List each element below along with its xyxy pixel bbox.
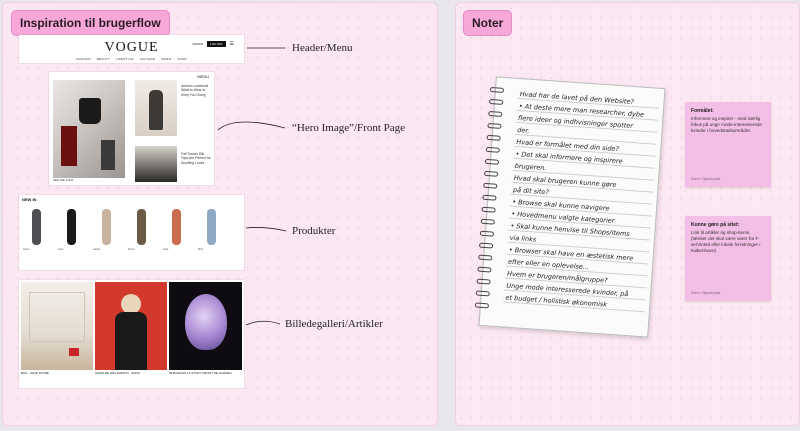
nav-item[interactable]: SHOP [177, 57, 186, 61]
label-products[interactable]: Produkter [292, 225, 335, 237]
product-figure [67, 209, 76, 245]
ring [489, 86, 505, 93]
hero-side-text-1[interactable]: Autumn Lookbook What to Wear to Keep You… [181, 84, 211, 97]
products-frame[interactable]: NEW IN Dress Coat Jacket Dress Coat Shir… [19, 195, 244, 270]
gallery-caption[interactable]: BAG · SAVE STORE [21, 371, 93, 376]
ring [481, 206, 496, 213]
sticky-body: Link til artikler og shop-items. (tænker… [691, 230, 761, 253]
head-shape [121, 294, 141, 314]
gallery-caption[interactable]: PARAGRAPH & STORY FROM THE GARDEN [169, 371, 242, 376]
boot-shape [61, 126, 77, 166]
product-card[interactable] [22, 207, 50, 247]
ring [474, 302, 490, 309]
nav-item[interactable]: FASHION [76, 57, 91, 61]
bag-shape [69, 348, 79, 356]
figure-shape [101, 140, 115, 170]
ring [488, 98, 504, 105]
nav-item[interactable]: CULTURE [140, 57, 155, 61]
product-figure [102, 209, 111, 245]
hero-caption[interactable]: SEE THE LOOK [53, 178, 73, 182]
ring [484, 158, 500, 165]
ring [482, 194, 497, 201]
model-shape [149, 90, 163, 130]
ring [480, 218, 495, 225]
ring [487, 122, 502, 129]
product-caption: Dress [128, 248, 135, 251]
gallery-image-person[interactable] [95, 282, 167, 370]
sticky-author: Katrin Skjødepolar [691, 177, 721, 181]
hero-side-image-1 [135, 80, 177, 136]
label-gallery[interactable]: Billedegalleri/Artikler [285, 318, 383, 330]
product-caption: Coat [163, 248, 169, 251]
note-text: der. [516, 126, 530, 135]
login-button[interactable]: LOG IND [207, 41, 226, 47]
sticky-title: Formålet: [691, 108, 714, 114]
product-caption: Dress [23, 248, 30, 251]
handwritten-notebook[interactable]: Hvad har de lavet på den Website? • At d… [474, 76, 666, 338]
product-caption: Jacket [93, 248, 101, 251]
gallery-image-store[interactable] [21, 282, 93, 370]
hero-side-text-2[interactable]: Fall Trends Silk Tops Are Perfect for An… [181, 152, 211, 165]
gallery-frame[interactable]: BAG · SAVE STORE CHRISTIE WILLIAMSON · S… [19, 280, 244, 388]
hero-image-frame[interactable]: MENU Autumn Lookbook What to Wear to Kee… [49, 72, 214, 185]
sticky-note-actions[interactable]: Kunne gøre på sitet: Link til artikler o… [685, 216, 771, 301]
ring [483, 170, 499, 177]
nav-item[interactable]: BEAUTY [97, 57, 110, 61]
product-card[interactable] [92, 207, 120, 247]
product-caption: Shirt [198, 248, 204, 251]
sticky-author: Katrin Skjødepolar [691, 291, 721, 295]
product-figure [172, 209, 181, 245]
label-header-menu[interactable]: Header/Menu [292, 42, 352, 54]
menu-icon[interactable]: ☰ [230, 41, 234, 47]
product-figure [207, 209, 216, 245]
product-caption: Coat [58, 248, 64, 251]
products-title: NEW IN [22, 197, 37, 202]
sticky-title: Kunne gøre på sitet: [691, 222, 740, 228]
nav-item[interactable]: VIDEO [161, 57, 171, 61]
header-right: SØGER LOG IND ☰ [192, 41, 234, 47]
ring [479, 230, 495, 237]
board-title-inspiration[interactable]: Inspiration til brugerflow [11, 10, 170, 36]
coat-shape [115, 312, 147, 370]
product-card[interactable] [57, 207, 85, 247]
ring [477, 266, 492, 273]
ring [476, 278, 491, 285]
ring [485, 146, 500, 153]
gallery-caption[interactable]: CHRISTIE WILLIAMSON · SHOP [95, 371, 167, 376]
board-title-notes[interactable]: Noter [463, 10, 513, 36]
product-card[interactable] [127, 207, 155, 247]
label-hero-image[interactable]: “Hero Image”/Front Page [292, 122, 405, 134]
gallery-image-tulip[interactable] [169, 282, 242, 370]
product-figure [137, 209, 146, 245]
product-card[interactable] [197, 207, 225, 247]
hero-side-image-2 [135, 146, 177, 182]
ring [483, 182, 498, 189]
ring [478, 242, 494, 249]
ring [488, 110, 503, 117]
hero-menu-label[interactable]: MENU [197, 74, 209, 79]
ring [475, 290, 490, 297]
product-card[interactable] [162, 207, 190, 247]
sticky-body: Informere og inspirer - med særlig fokus… [691, 116, 762, 133]
sticky-note-purpose[interactable]: Formålet: Informere og inspirer - med sæ… [685, 102, 771, 187]
tulip-shape [185, 294, 227, 350]
header-menu-frame[interactable]: VOGUE FASHION BEAUTY LIFESTYLE CULTURE V… [19, 35, 244, 63]
shelf-shape [29, 292, 85, 342]
bag-shape [79, 98, 101, 124]
ring [486, 134, 501, 141]
hero-main-image [53, 80, 125, 178]
product-figure [32, 209, 41, 245]
search-link[interactable]: SØGER [192, 42, 203, 46]
ring [478, 254, 493, 261]
nav-item[interactable]: LIFESTYLE [116, 57, 134, 61]
header-nav: FASHION BEAUTY LIFESTYLE CULTURE VIDEO S… [19, 57, 244, 61]
